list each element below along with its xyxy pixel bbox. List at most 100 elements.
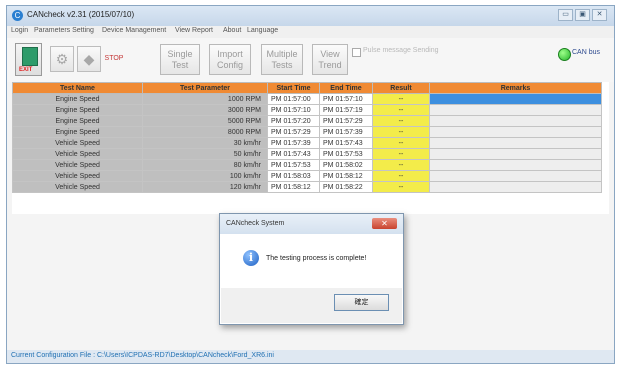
cell-result[interactable]: -- [372, 115, 430, 127]
table-row[interactable]: Vehicle Speed 120 km/hr PM 01:58:12 PM 01:5… [12, 181, 602, 193]
menu-device-management[interactable]: Device Management [102, 27, 166, 34]
cell-test-name[interactable]: Engine Speed [12, 93, 143, 105]
col-result[interactable]: Result [372, 82, 430, 94]
cell-start-time[interactable]: PM 01:58:12 [267, 181, 320, 193]
cell-end-time[interactable]: PM 01:58:22 [319, 181, 373, 193]
dialog-body: i The testing process is complete! [221, 234, 402, 288]
close-button[interactable]: ✕ [592, 9, 607, 21]
cell-result[interactable]: -- [372, 137, 430, 149]
cell-result[interactable]: -- [372, 126, 430, 138]
cell-test-parameter[interactable]: 1000 RPM [142, 93, 268, 105]
cell-test-parameter[interactable]: 100 km/hr [142, 170, 268, 182]
cell-test-parameter[interactable]: 50 km/hr [142, 148, 268, 160]
cell-result[interactable]: -- [372, 104, 430, 116]
single-test-label-2: Test [171, 59, 189, 70]
menu-about[interactable]: About [223, 27, 241, 34]
cell-test-parameter[interactable]: 120 km/hr [142, 181, 268, 193]
cell-remarks[interactable] [429, 181, 602, 193]
table-row[interactable]: Engine Speed 8000 RPM PM 01:57:29 PM 01:57:… [12, 126, 602, 138]
cell-remarks[interactable] [429, 115, 602, 127]
col-end-time[interactable]: End Time [319, 82, 373, 94]
view-trend-button[interactable]: View Trend [312, 44, 348, 75]
cell-remarks[interactable] [429, 148, 602, 160]
cell-remarks[interactable] [429, 159, 602, 171]
app-icon: C [12, 10, 23, 21]
cell-test-name[interactable]: Vehicle Speed [12, 148, 143, 160]
cell-test-name[interactable]: Vehicle Speed [12, 137, 143, 149]
diamond-tool-icon[interactable]: ◆ [77, 46, 101, 72]
multiple-tests-label-2: Tests [271, 59, 293, 70]
window-title: CANcheck v2.31 (2015/07/10) [27, 10, 135, 19]
table-row[interactable]: Engine Speed 1000 RPM PM 01:57:00 PM 01:57:… [12, 93, 602, 105]
single-test-button[interactable]: Single Test [160, 44, 200, 75]
cell-remarks[interactable] [429, 170, 602, 182]
cell-end-time[interactable]: PM 01:58:02 [319, 159, 373, 171]
cell-end-time[interactable]: PM 01:57:19 [319, 104, 373, 116]
stop-button[interactable]: STOP [103, 48, 125, 70]
cell-start-time[interactable]: PM 01:57:39 [267, 137, 320, 149]
cell-end-time[interactable]: PM 01:57:53 [319, 148, 373, 160]
cell-test-name[interactable]: Engine Speed [12, 126, 143, 138]
table-row[interactable]: Vehicle Speed 100 km/hr PM 01:58:03 PM 01:5… [12, 170, 602, 182]
col-test-parameter[interactable]: Test Parameter [142, 82, 268, 94]
cell-start-time[interactable]: PM 01:57:53 [267, 159, 320, 171]
cell-result[interactable]: -- [372, 181, 430, 193]
cell-test-name[interactable]: Vehicle Speed [12, 170, 143, 182]
dialog-close-button[interactable]: ✕ [372, 218, 397, 229]
cell-end-time[interactable]: PM 01:57:39 [319, 126, 373, 138]
cell-test-name[interactable]: Vehicle Speed [12, 181, 143, 193]
minimize-button[interactable]: ▭ [558, 9, 573, 21]
cell-end-time[interactable]: PM 01:58:12 [319, 170, 373, 182]
pulse-sending-checkbox[interactable] [352, 48, 361, 57]
cell-result[interactable]: -- [372, 93, 430, 105]
cell-start-time[interactable]: PM 01:57:00 [267, 93, 320, 105]
cell-test-name[interactable]: Engine Speed [12, 104, 143, 116]
settings-gear-icon[interactable]: ⚙ [50, 46, 74, 72]
col-test-name[interactable]: Test Name [12, 82, 143, 94]
menu-parameters-setting[interactable]: Parameters Setting [34, 27, 94, 34]
cell-test-parameter[interactable]: 3000 RPM [142, 104, 268, 116]
cell-test-name[interactable]: Vehicle Speed [12, 159, 143, 171]
dialog-footer: 確定 [221, 288, 402, 323]
table-row[interactable]: Vehicle Speed 30 km/hr PM 01:57:39 PM 01:57… [12, 137, 602, 149]
cell-start-time[interactable]: PM 01:57:43 [267, 148, 320, 160]
cell-start-time[interactable]: PM 01:58:03 [267, 170, 320, 182]
cell-start-time[interactable]: PM 01:57:20 [267, 115, 320, 127]
table-header-row: Test Name Test Parameter Start Time End … [12, 82, 602, 94]
multiple-tests-label-1: Multiple [266, 48, 298, 59]
menu-login[interactable]: Login [11, 27, 28, 34]
cell-remarks[interactable] [429, 137, 602, 149]
cell-result[interactable]: -- [372, 148, 430, 160]
multiple-tests-button[interactable]: Multiple Tests [261, 44, 303, 75]
cell-remarks[interactable] [429, 126, 602, 138]
cell-test-parameter[interactable]: 30 km/hr [142, 137, 268, 149]
menu-language[interactable]: Language [247, 27, 278, 34]
cell-test-parameter[interactable]: 8000 RPM [142, 126, 268, 138]
can-bus-status-icon [558, 48, 571, 61]
cell-test-parameter[interactable]: 5000 RPM [142, 115, 268, 127]
cell-test-parameter[interactable]: 80 km/hr [142, 159, 268, 171]
cell-test-name[interactable]: Engine Speed [12, 115, 143, 127]
cell-remarks[interactable] [429, 93, 602, 105]
cell-result[interactable]: -- [372, 159, 430, 171]
table-row[interactable]: Vehicle Speed 80 km/hr PM 01:57:53 PM 01:58… [12, 159, 602, 171]
exit-door-icon [22, 47, 38, 66]
col-start-time[interactable]: Start Time [267, 82, 320, 94]
ok-button[interactable]: 確定 [334, 294, 389, 311]
cell-end-time[interactable]: PM 01:57:10 [319, 93, 373, 105]
exit-button[interactable]: EXIT [15, 43, 42, 76]
col-remarks[interactable]: Remarks [429, 82, 602, 94]
menu-view-report[interactable]: View Report [175, 27, 213, 34]
cell-remarks[interactable] [429, 104, 602, 116]
maximize-button[interactable]: ▣ [575, 9, 590, 21]
cell-end-time[interactable]: PM 01:57:29 [319, 115, 373, 127]
cell-result[interactable]: -- [372, 170, 430, 182]
import-config-button[interactable]: Import Config [209, 44, 251, 75]
cell-end-time[interactable]: PM 01:57:43 [319, 137, 373, 149]
cell-start-time[interactable]: PM 01:57:10 [267, 104, 320, 116]
table-row[interactable]: Vehicle Speed 50 km/hr PM 01:57:43 PM 01:57… [12, 148, 602, 160]
toolbar: EXIT ⚙ ◆ STOP Single Test Import Config … [7, 38, 614, 82]
table-row[interactable]: Engine Speed 5000 RPM PM 01:57:20 PM 01:57:… [12, 115, 602, 127]
cell-start-time[interactable]: PM 01:57:29 [267, 126, 320, 138]
table-row[interactable]: Engine Speed 3000 RPM PM 01:57:10 PM 01:57:… [12, 104, 602, 116]
